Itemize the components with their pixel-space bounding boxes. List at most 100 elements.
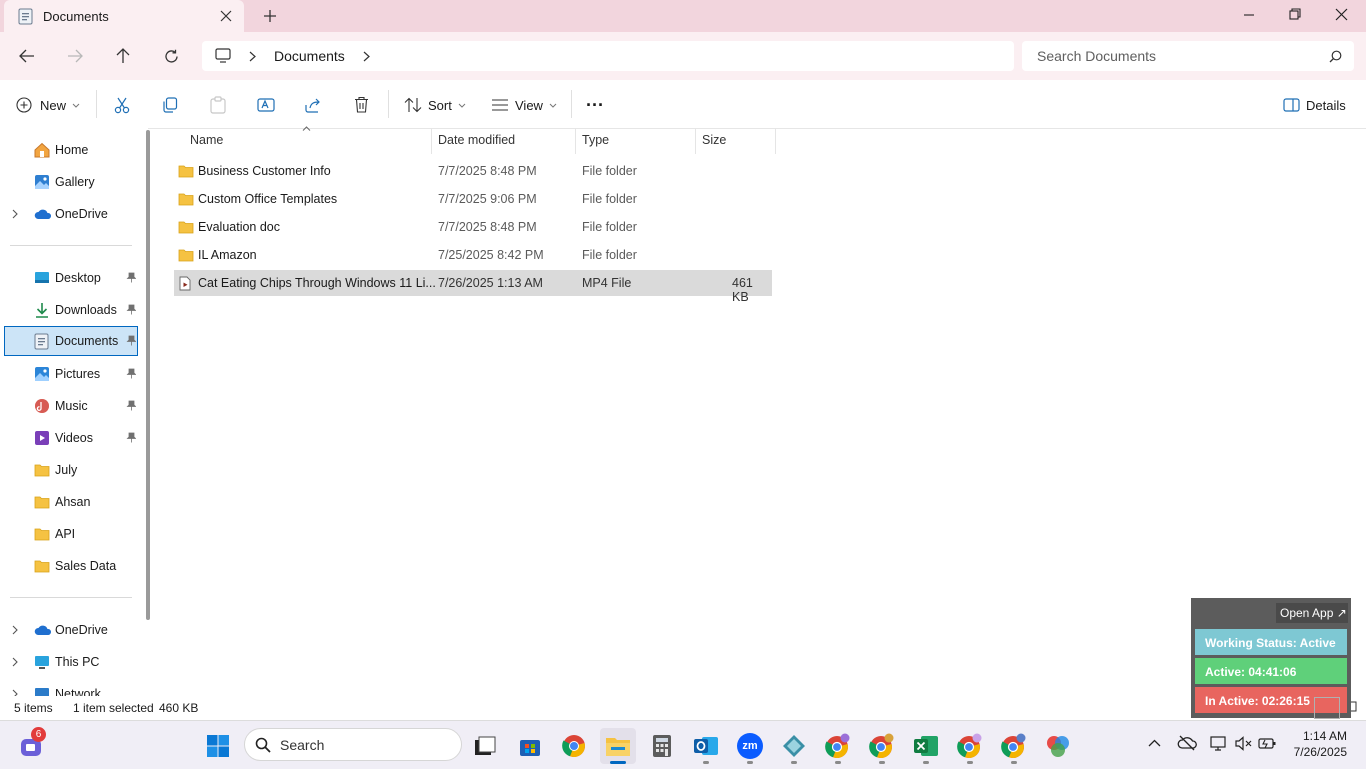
more-options-button[interactable]: ··· <box>586 89 604 121</box>
refresh-button[interactable] <box>156 41 186 71</box>
column-divider[interactable] <box>695 128 696 154</box>
pin-icon[interactable] <box>126 272 136 283</box>
restore-icon[interactable] <box>1289 8 1301 20</box>
column-divider[interactable] <box>775 128 776 154</box>
file-row[interactable]: Business Customer Info 7/7/2025 8:48 PM … <box>174 158 772 184</box>
battery-icon[interactable] <box>1258 736 1276 750</box>
share-icon[interactable] <box>305 97 322 113</box>
sort-button[interactable]: Sort <box>404 89 466 121</box>
pin-icon[interactable] <box>126 304 136 315</box>
sidebar-item-onedrive[interactable]: OneDrive <box>4 200 138 228</box>
sidebar-item-this-pc[interactable]: This PC <box>4 648 138 676</box>
taskbar-calculator[interactable] <box>644 728 680 764</box>
column-header-name[interactable]: Name <box>190 133 223 147</box>
taskbar-outlook[interactable] <box>688 728 724 764</box>
file-row[interactable]: IL Amazon 7/25/2025 8:42 PM File folder <box>174 242 772 268</box>
sidebar-item-api[interactable]: API <box>4 520 138 548</box>
pin-icon[interactable] <box>126 368 136 379</box>
pin-icon[interactable] <box>126 335 136 346</box>
chevron-up-icon[interactable] <box>1148 739 1161 747</box>
sidebar-item-downloads[interactable]: Downloads <box>4 296 138 324</box>
up-button[interactable] <box>108 41 138 71</box>
volume-muted-icon[interactable] <box>1235 736 1253 751</box>
tab-documents[interactable]: Documents <box>4 0 244 32</box>
pin-icon[interactable] <box>126 432 136 443</box>
sidebar-item-onedrive-bottom[interactable]: OneDrive <box>4 616 138 644</box>
taskbar-chrome-profile-3[interactable] <box>952 728 988 764</box>
sidebar-item-documents[interactable]: Documents <box>4 326 138 356</box>
column-divider[interactable] <box>575 128 576 154</box>
paste-icon[interactable] <box>210 96 226 114</box>
column-header-size[interactable]: Size <box>702 133 726 147</box>
taskbar-search[interactable]: Search <box>244 728 462 761</box>
column-header-type[interactable]: Type <box>582 133 609 147</box>
pin-icon[interactable] <box>126 400 136 411</box>
details-button[interactable]: Details <box>1283 89 1346 121</box>
file-size: 461 KB <box>732 276 753 304</box>
taskbar-excel[interactable] <box>908 728 944 764</box>
breadcrumb-chevron-icon[interactable] <box>249 51 256 62</box>
file-name: Custom Office Templates <box>198 192 338 206</box>
cloud-offline-icon[interactable] <box>1177 735 1197 751</box>
sidebar-item-ahsan[interactable]: Ahsan <box>4 488 138 516</box>
new-tab-plus-icon[interactable] <box>263 9 277 23</box>
taskbar-chrome-profile-1[interactable] <box>820 728 856 764</box>
search-box[interactable]: Search Documents <box>1022 41 1354 71</box>
sidebar-item-sales-data[interactable]: Sales Data <box>4 552 138 580</box>
sidebar-item-music[interactable]: Music <box>4 392 138 420</box>
taskbar-zoom[interactable]: zm <box>732 728 768 764</box>
search-icon[interactable] <box>1329 50 1342 63</box>
column-header-date[interactable]: Date modified <box>438 133 515 147</box>
delete-icon[interactable] <box>354 96 369 113</box>
network-monitor-icon[interactable] <box>1210 735 1228 751</box>
view-button[interactable]: View <box>491 89 557 121</box>
taskbar-chat-app[interactable]: 6 <box>14 727 50 764</box>
close-window-icon[interactable] <box>1335 8 1348 21</box>
chevron-right-icon[interactable] <box>12 657 18 667</box>
file-row[interactable]: Evaluation doc 7/7/2025 8:48 PM File fol… <box>174 214 772 240</box>
tab-close-icon[interactable] <box>220 10 232 22</box>
chevron-right-icon[interactable] <box>12 689 18 696</box>
clock-time[interactable]: 1:14 AM <box>1300 729 1347 743</box>
rename-icon[interactable] <box>257 97 275 113</box>
cut-icon[interactable] <box>114 97 130 114</box>
open-app-button[interactable]: Open App ↗ <box>1276 603 1348 623</box>
widget-toggle-icon[interactable] <box>1314 697 1340 719</box>
taskbar-color-app[interactable] <box>1040 728 1076 764</box>
taskbar-chrome-profile-4[interactable] <box>996 728 1032 764</box>
minimize-icon[interactable] <box>1243 9 1255 21</box>
sidebar-scrollbar[interactable] <box>146 130 150 620</box>
video-file-icon <box>179 276 191 291</box>
column-divider[interactable] <box>431 128 432 154</box>
taskbar-file-explorer[interactable] <box>600 728 636 764</box>
taskbar-chrome-profile-2[interactable] <box>864 728 900 764</box>
sort-up-icon <box>302 126 311 131</box>
chevron-right-icon[interactable] <box>12 209 18 219</box>
running-indicator <box>923 761 929 764</box>
sidebar-item-gallery[interactable]: Gallery <box>4 168 138 196</box>
this-pc-icon[interactable] <box>215 48 231 63</box>
file-row[interactable]: Custom Office Templates 7/7/2025 9:06 PM… <box>174 186 772 212</box>
sidebar-item-july[interactable]: July <box>4 456 138 484</box>
breadcrumb-documents[interactable]: Documents <box>274 48 345 64</box>
sidebar-item-desktop[interactable]: Desktop <box>4 264 138 292</box>
search-placeholder[interactable]: Search Documents <box>1037 48 1156 64</box>
clock-date[interactable]: 7/26/2025 <box>1286 745 1347 759</box>
taskbar-chrome[interactable] <box>556 728 592 764</box>
taskbar-store[interactable] <box>512 728 548 764</box>
sidebar-item-network[interactable]: Network <box>4 680 138 696</box>
new-button[interactable]: New <box>16 89 80 121</box>
copy-icon[interactable] <box>162 97 178 113</box>
start-button[interactable] <box>200 728 236 764</box>
chevron-right-icon[interactable] <box>12 625 18 635</box>
taskbar-app-diamond[interactable] <box>776 728 812 764</box>
sidebar-item-pictures[interactable]: Pictures <box>4 360 138 388</box>
breadcrumb-chevron-icon[interactable] <box>363 51 370 62</box>
sidebar-item-videos[interactable]: Videos <box>4 424 138 452</box>
file-row-selected[interactable]: Cat Eating Chips Through Windows 11 Li..… <box>174 270 772 304</box>
address-bar[interactable]: Documents <box>202 41 1014 71</box>
taskbar-task-view[interactable] <box>467 728 503 764</box>
back-button[interactable] <box>12 41 42 71</box>
forward-button[interactable] <box>60 41 90 71</box>
sidebar-item-home[interactable]: Home <box>4 136 138 164</box>
